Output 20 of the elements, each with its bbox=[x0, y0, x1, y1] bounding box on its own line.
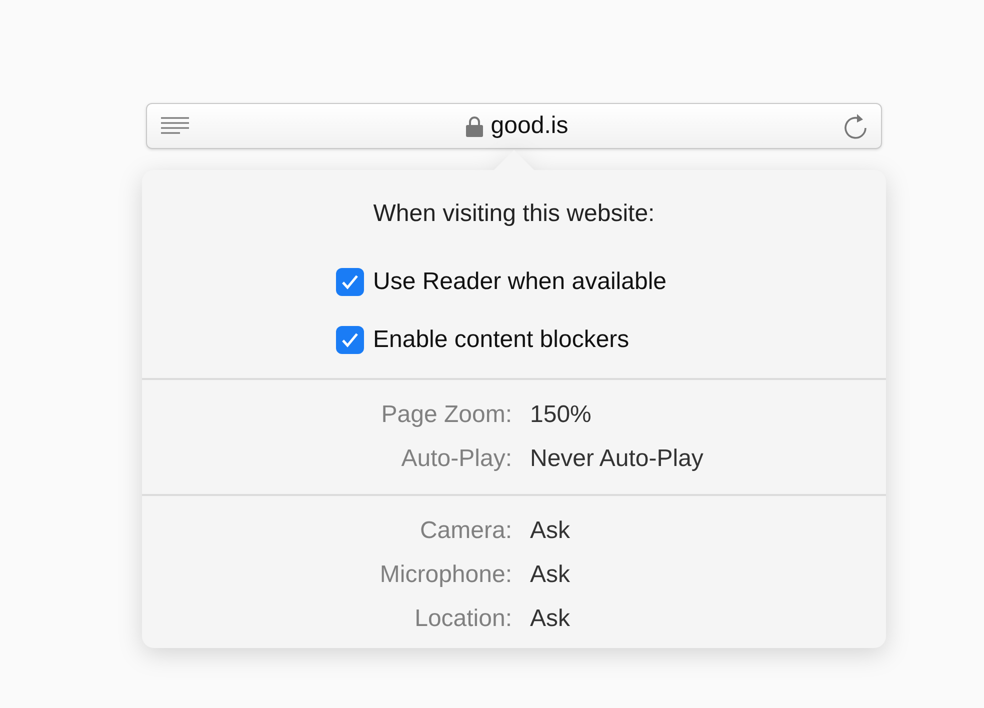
setting-label: Microphone: bbox=[378, 560, 512, 590]
url-text[interactable]: good.is bbox=[490, 108, 568, 144]
setting-value[interactable]: Ask bbox=[530, 513, 570, 549]
popover-title: When visiting this website: bbox=[373, 199, 655, 229]
setting-value[interactable]: Ask bbox=[530, 601, 570, 637]
setting-value[interactable]: 150% bbox=[530, 397, 592, 433]
setting-label: Auto-Play: bbox=[400, 444, 512, 474]
option-label: Enable content blockers bbox=[373, 325, 630, 355]
setting-label: Page Zoom: bbox=[380, 400, 512, 430]
reader-icon[interactable] bbox=[160, 115, 190, 137]
setting-label: Camera: bbox=[418, 516, 512, 546]
setting-value[interactable]: Never Auto-Play bbox=[530, 441, 704, 477]
checkmark-icon bbox=[341, 274, 359, 290]
checkmark-icon bbox=[341, 332, 359, 348]
option-label: Use Reader when available bbox=[373, 267, 667, 297]
setting-label: Location: bbox=[414, 604, 512, 634]
checkbox[interactable] bbox=[336, 268, 364, 296]
checkbox[interactable] bbox=[336, 326, 364, 354]
setting-value[interactable]: Ask bbox=[530, 557, 570, 593]
reload-icon[interactable] bbox=[844, 113, 868, 139]
